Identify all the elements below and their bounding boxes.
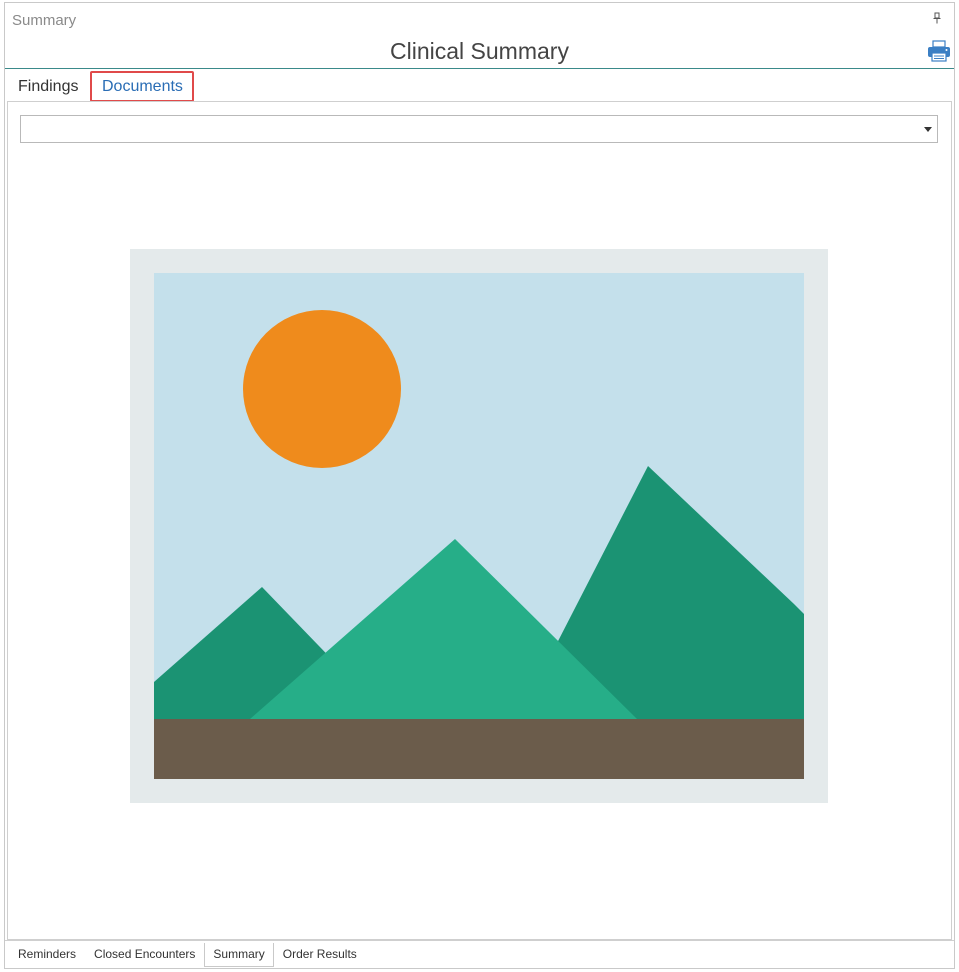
chevron-down-icon[interactable] [924, 127, 932, 132]
tab-findings[interactable]: Findings [18, 78, 78, 96]
document-select[interactable] [20, 115, 938, 143]
image-ground [154, 719, 804, 779]
bottom-tab-closed-encounters[interactable]: Closed Encounters [85, 943, 204, 967]
bottom-tab-reminders[interactable]: Reminders [9, 943, 85, 967]
panel-title: Summary [12, 12, 77, 29]
pin-icon[interactable] [932, 12, 942, 24]
bottom-tab-order-results[interactable]: Order Results [274, 943, 366, 967]
title-divider [5, 68, 954, 69]
bottom-tab-bar: Reminders Closed Encounters Summary Orde… [9, 943, 366, 967]
tab-documents[interactable]: Documents [102, 78, 183, 96]
bottom-divider [5, 940, 954, 941]
image-sun [243, 310, 401, 468]
image-placeholder-icon [130, 249, 828, 803]
printer-icon[interactable] [927, 40, 951, 62]
page-title: Clinical Summary [390, 38, 569, 64]
bottom-tab-summary[interactable]: Summary [204, 943, 274, 967]
